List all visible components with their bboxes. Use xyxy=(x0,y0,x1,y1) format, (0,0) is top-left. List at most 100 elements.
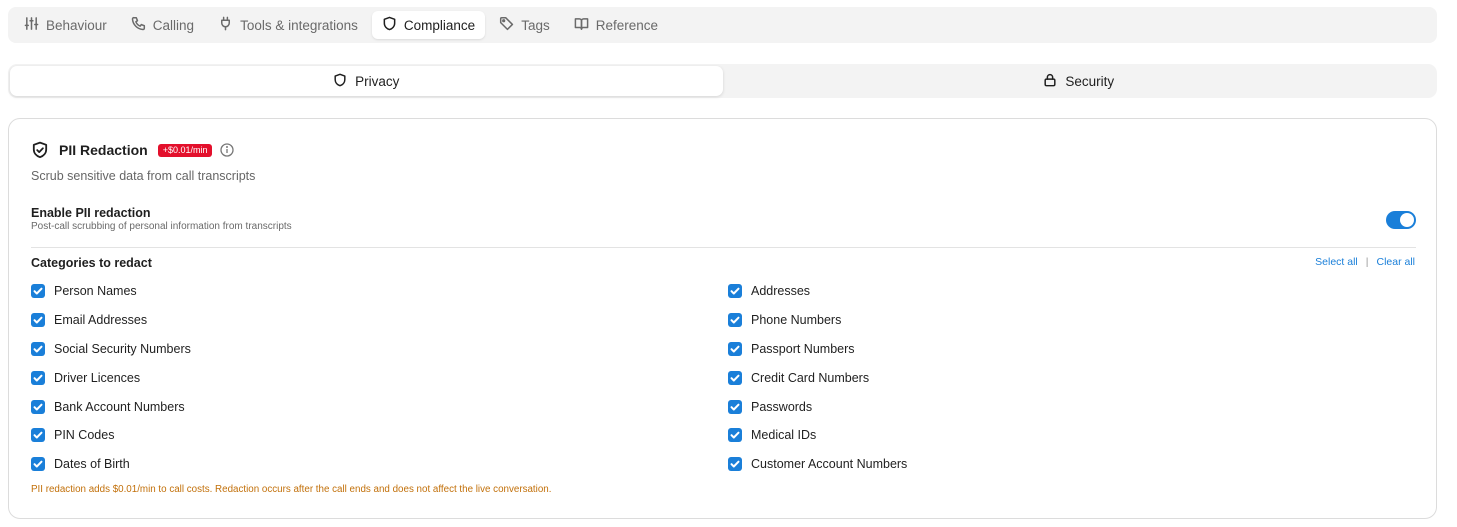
segment-label: Privacy xyxy=(355,73,400,89)
tab-compliance[interactable]: Compliance xyxy=(371,11,486,39)
enable-label: Enable PII redaction xyxy=(31,206,151,220)
tab-label: Tools & integrations xyxy=(240,17,358,33)
category-label: PIN Codes xyxy=(54,428,115,443)
info-icon[interactable] xyxy=(220,143,235,157)
tab-tags[interactable]: Tags xyxy=(489,11,560,39)
checkbox-checked[interactable] xyxy=(31,313,45,328)
category-checkbox-row[interactable]: Driver Licences xyxy=(31,363,191,392)
enable-subtitle: Post-call scrubbing of personal informat… xyxy=(31,221,292,232)
categories-left-column: Person Names Email Addresses Social Secu… xyxy=(31,277,191,479)
check-icon xyxy=(730,374,740,382)
divider xyxy=(31,247,1416,248)
book-icon xyxy=(574,16,589,34)
check-icon xyxy=(33,316,43,324)
select-all-link[interactable]: Select all xyxy=(1315,256,1358,268)
pii-redaction-card: PII Redaction +$0.01/min Scrub sensitive… xyxy=(8,118,1437,519)
tag-icon xyxy=(499,16,514,34)
checkbox-checked[interactable] xyxy=(728,428,742,443)
check-icon xyxy=(730,432,740,439)
category-checkbox-row[interactable]: Person Names xyxy=(31,277,191,306)
category-label: Passwords xyxy=(751,399,813,414)
category-checkbox-row[interactable]: Social Security Numbers xyxy=(31,335,191,364)
tab-label: Compliance xyxy=(403,17,476,33)
category-label: Customer Account Numbers xyxy=(751,457,908,472)
category-label: Medical IDs xyxy=(751,428,817,443)
tab-label: Behaviour xyxy=(46,17,107,33)
card-title: PII Redaction xyxy=(59,142,148,158)
segment-security[interactable]: Security xyxy=(723,66,1436,96)
checkbox-checked[interactable] xyxy=(728,457,742,472)
sliders-icon xyxy=(24,16,39,34)
checkbox-checked[interactable] xyxy=(31,399,45,414)
checkbox-checked[interactable] xyxy=(728,284,742,299)
clear-all-link[interactable]: Clear all xyxy=(1376,256,1415,268)
shield-icon xyxy=(382,16,397,34)
category-label: Passport Numbers xyxy=(751,341,855,356)
lock-icon xyxy=(1043,73,1057,90)
check-icon xyxy=(33,374,43,382)
category-checkbox-row[interactable]: Credit Card Numbers xyxy=(728,363,907,392)
check-icon xyxy=(33,432,43,439)
tab-behaviour[interactable]: Behaviour xyxy=(14,11,117,39)
check-icon xyxy=(730,316,740,324)
category-label: Credit Card Numbers xyxy=(751,370,870,385)
category-checkbox-row[interactable]: Email Addresses xyxy=(31,306,191,335)
tab-tools-integrations[interactable]: Tools & integrations xyxy=(208,11,368,39)
enable-pii-toggle[interactable] xyxy=(1386,211,1416,229)
check-icon xyxy=(730,345,740,353)
segment-label: Security xyxy=(1065,73,1115,89)
category-label: Email Addresses xyxy=(54,313,148,328)
price-badge: +$0.01/min xyxy=(157,143,213,157)
category-label: Bank Account Numbers xyxy=(54,399,185,414)
category-label: Driver Licences xyxy=(54,370,141,385)
category-label: Phone Numbers xyxy=(751,313,842,328)
category-checkbox-row[interactable]: Addresses xyxy=(728,277,907,306)
category-label: Dates of Birth xyxy=(54,457,130,472)
category-label: Addresses xyxy=(751,284,811,299)
checkbox-checked[interactable] xyxy=(728,399,742,414)
phone-icon xyxy=(131,16,146,34)
check-icon xyxy=(33,288,43,295)
top-tab-bar: Behaviour Calling Tools & integrations C… xyxy=(8,7,1437,43)
category-label: Person Names xyxy=(54,284,137,299)
checkbox-checked[interactable] xyxy=(31,284,45,299)
check-icon xyxy=(730,288,740,295)
categories-label: Categories to redact xyxy=(31,256,152,270)
tab-label: Calling xyxy=(152,17,195,33)
checkbox-checked[interactable] xyxy=(728,341,742,356)
category-checkbox-row[interactable]: Passport Numbers xyxy=(728,335,907,364)
checkbox-checked[interactable] xyxy=(728,313,742,328)
privacy-security-switch: Privacy Security xyxy=(8,64,1437,98)
category-checkbox-row[interactable]: Dates of Birth xyxy=(31,450,191,479)
card-header: PII Redaction +$0.01/min xyxy=(31,141,235,159)
checkbox-checked[interactable] xyxy=(728,370,742,385)
shield-icon xyxy=(333,73,347,90)
toggle-knob xyxy=(1400,213,1414,227)
check-icon xyxy=(33,460,43,468)
category-checkbox-row[interactable]: Medical IDs xyxy=(728,421,907,450)
check-icon xyxy=(730,460,740,468)
category-checkbox-row[interactable]: Passwords xyxy=(728,392,907,421)
category-label: Social Security Numbers xyxy=(54,341,191,356)
cost-note: PII redaction adds $0.01/min to call cos… xyxy=(31,484,552,495)
tab-reference[interactable]: Reference xyxy=(564,11,668,39)
tab-calling[interactable]: Calling xyxy=(121,11,204,39)
category-checkbox-row[interactable]: Customer Account Numbers xyxy=(728,450,907,479)
checkbox-checked[interactable] xyxy=(31,457,45,472)
bulk-actions: Select all | Clear all xyxy=(1315,256,1415,268)
check-icon xyxy=(33,345,43,353)
plug-icon xyxy=(218,16,233,34)
category-checkbox-row[interactable]: Phone Numbers xyxy=(728,306,907,335)
category-checkbox-row[interactable]: PIN Codes xyxy=(31,421,191,450)
categories-right-column: Addresses Phone Numbers Passport Numbers… xyxy=(728,277,907,479)
checkbox-checked[interactable] xyxy=(31,370,45,385)
tab-label: Tags xyxy=(521,17,550,33)
segment-privacy[interactable]: Privacy xyxy=(10,66,723,96)
checkbox-checked[interactable] xyxy=(31,428,45,443)
checkbox-checked[interactable] xyxy=(31,341,45,356)
category-checkbox-row[interactable]: Bank Account Numbers xyxy=(31,392,191,421)
card-description: Scrub sensitive data from call transcrip… xyxy=(31,169,256,183)
shield-check-icon xyxy=(31,141,49,159)
tab-label: Reference xyxy=(595,17,659,33)
separator: | xyxy=(1365,256,1369,268)
